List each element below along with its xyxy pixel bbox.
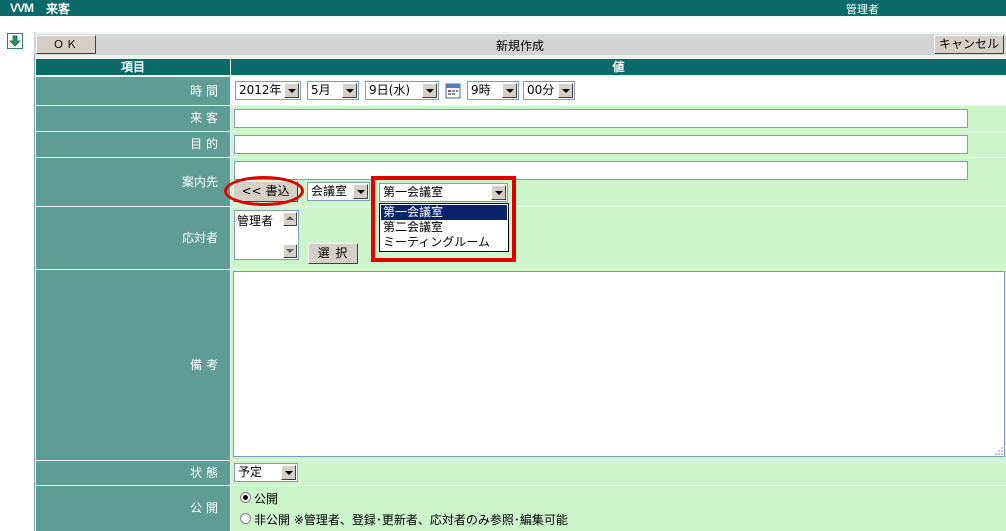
cancel-button[interactable]: キャンセル [934, 35, 1004, 54]
minute-select[interactable]: 00分 [523, 81, 575, 100]
column-header-value: 値 [231, 59, 1006, 75]
responder-label: 応対者 [36, 207, 230, 269]
notes-textarea[interactable] [233, 271, 1005, 457]
status-select[interactable]: 予定 [234, 463, 298, 482]
category-select[interactable]: 会議室 [307, 182, 370, 201]
resize-grip-icon[interactable] [994, 445, 1004, 455]
guide-label: 案内先 [36, 158, 230, 206]
button-bar: 新規作成 ＯＫ キャンセル [34, 33, 1006, 55]
form-title: 新規作成 [495, 39, 544, 53]
private-radio[interactable] [240, 513, 251, 524]
minute-dropdown-arrow-icon [558, 83, 573, 98]
purpose-label: 目 的 [36, 132, 230, 157]
visitor-input[interactable] [234, 109, 968, 128]
time-label: 時 間 [36, 77, 230, 105]
title-bar: VVM 来客 管理者 [0, 0, 1006, 16]
hour-select[interactable]: 9時 [467, 81, 519, 100]
visibility-label: 公 開 [36, 486, 230, 531]
status-label: 状 態 [36, 461, 230, 485]
public-option-label: 公開 [254, 492, 279, 506]
category-dropdown-arrow-icon [353, 184, 368, 199]
year-dropdown-arrow-icon [284, 83, 299, 98]
app-title: 来客 [46, 2, 71, 16]
room-select-callout [371, 176, 516, 262]
status-cell [231, 461, 1006, 485]
down-arrow-icon[interactable] [7, 33, 23, 49]
scroll-up-icon[interactable] [283, 212, 297, 226]
year-select[interactable]: 2012年 [235, 81, 301, 100]
notes-label: 備 考 [36, 270, 230, 460]
app-logo: VVM [10, 1, 34, 15]
day-dropdown-arrow-icon [422, 83, 437, 98]
select-button[interactable]: 選 択 [308, 243, 358, 264]
status-dropdown-arrow-icon [281, 465, 296, 480]
month-select[interactable]: 5月 [307, 81, 359, 100]
month-dropdown-arrow-icon [342, 83, 357, 98]
scroll-down-icon[interactable] [283, 244, 297, 258]
visitor-label: 来 客 [36, 106, 230, 131]
day-select[interactable]: 9日(水) [365, 81, 439, 100]
hour-dropdown-arrow-icon [502, 83, 517, 98]
column-header-item: 項目 [36, 59, 230, 75]
calendar-icon[interactable] [445, 82, 461, 99]
write-button-callout [224, 176, 304, 206]
private-option-label: 非公開 ※管理者、登録･更新者、応対者のみ参照･編集可能 [254, 513, 568, 527]
responder-listbox[interactable]: 管理者 [234, 210, 299, 260]
purpose-input[interactable] [234, 135, 968, 154]
public-radio[interactable] [240, 492, 251, 503]
current-user: 管理者 [846, 3, 879, 16]
responder-list-item[interactable]: 管理者 [237, 212, 273, 229]
ok-button[interactable]: ＯＫ [36, 35, 96, 54]
guide-input[interactable] [234, 161, 968, 180]
